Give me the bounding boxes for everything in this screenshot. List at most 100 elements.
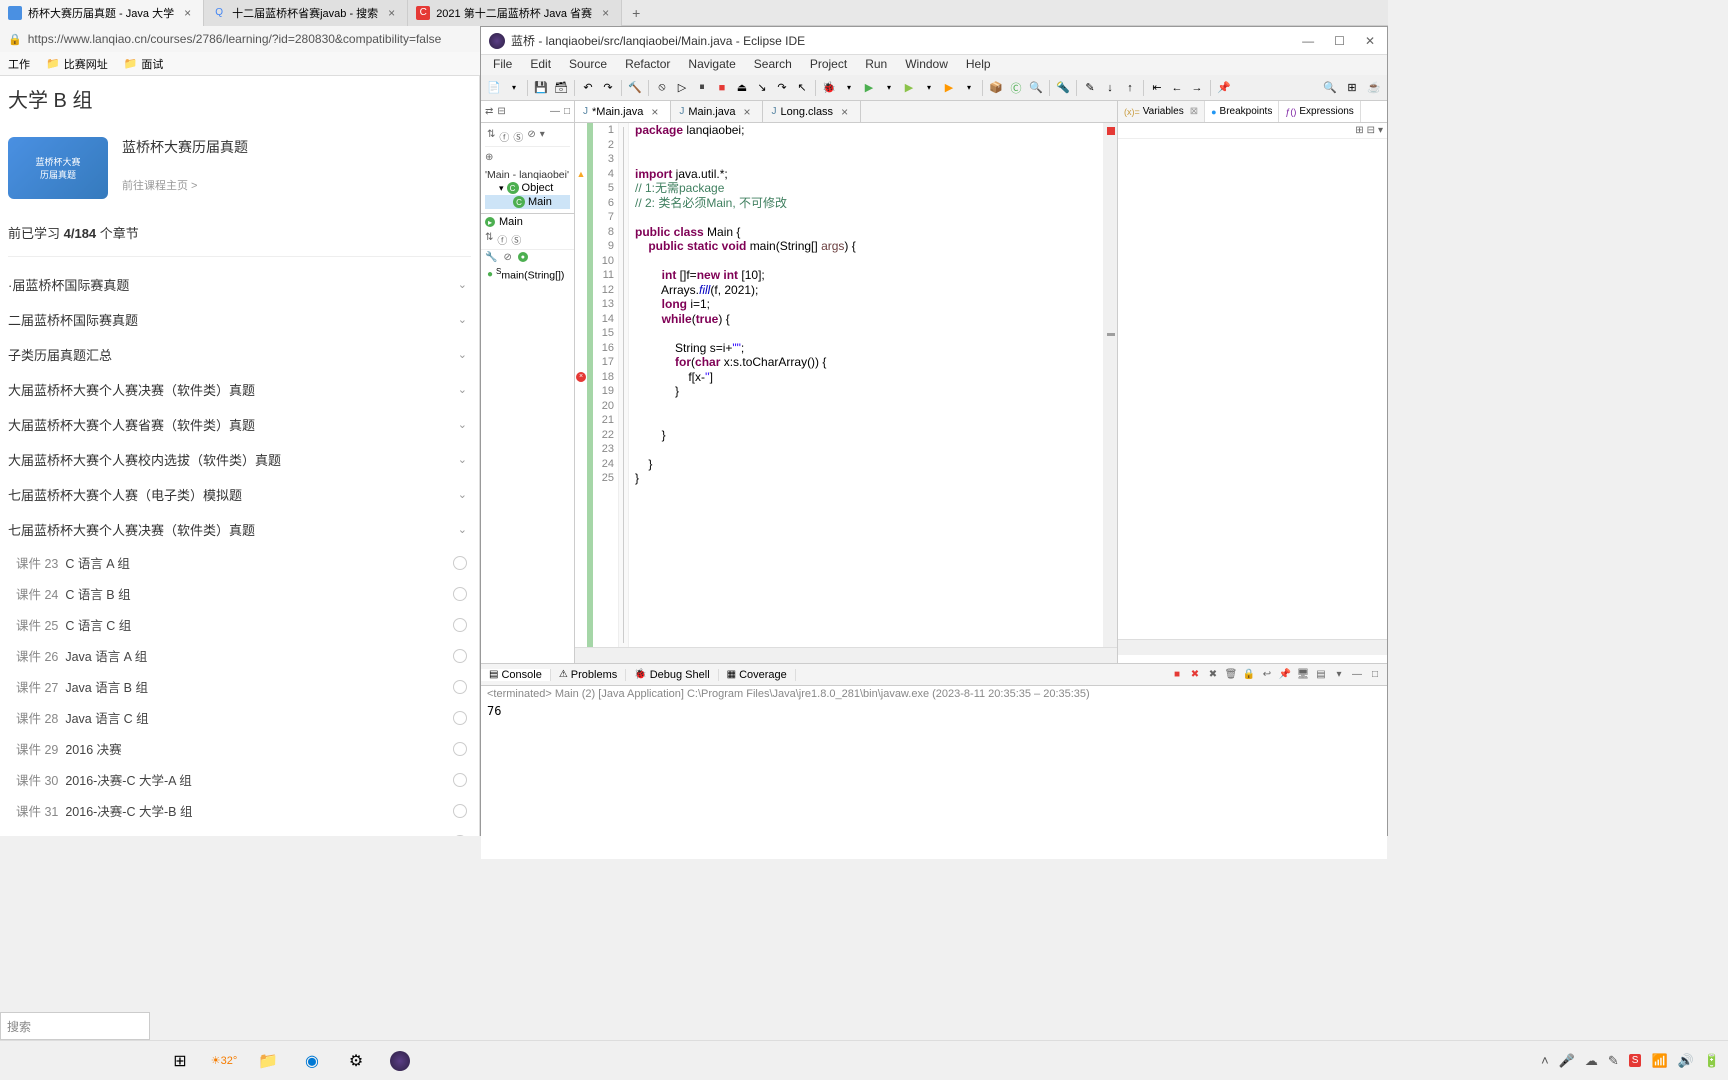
editor-tab[interactable]: JLong.class×	[763, 101, 861, 122]
tab-coverage[interactable]: ▦Coverage	[719, 669, 796, 681]
new-tab-button[interactable]: +	[622, 5, 650, 21]
lesson-row[interactable]: 课件 29 2016 决赛	[8, 733, 471, 764]
dropdown-icon[interactable]: ▾	[840, 79, 858, 97]
edge-button[interactable]: ◉	[290, 1045, 334, 1077]
menu-help[interactable]: Help	[958, 55, 999, 75]
view-options-button[interactable]: ▾	[1378, 125, 1383, 136]
search-input[interactable]: 搜索	[0, 1012, 150, 1040]
close-icon[interactable]: ×	[384, 6, 399, 20]
dropdown-icon[interactable]: ▾	[505, 79, 523, 97]
chapter-row[interactable]: 七届蓝桥杯大赛个人赛（电子类）模拟题⌄	[8, 477, 471, 512]
focus-button[interactable]: ⊕	[485, 152, 493, 163]
error-icon[interactable]: ×	[576, 372, 586, 382]
tab-debug-shell[interactable]: 🐞Debug Shell	[626, 669, 718, 681]
terminate-all-button[interactable]: ✖	[1187, 667, 1203, 683]
chapter-row[interactable]: 大届蓝桥杯大赛个人赛决赛（软件类）真题⌄	[8, 372, 471, 407]
overview-ruler[interactable]	[1103, 123, 1117, 647]
open-type-button[interactable]: 🔍	[1027, 79, 1045, 97]
lesson-row[interactable]: 课件 25 C 语言 C 组	[8, 609, 471, 640]
terminate-button[interactable]: ■	[713, 79, 731, 97]
wifi-icon[interactable]: 📶	[1651, 1053, 1667, 1069]
next-annotation-button[interactable]: ↓	[1101, 79, 1119, 97]
dropdown-icon[interactable]: ▾	[920, 79, 938, 97]
step-into-button[interactable]: ↘	[753, 79, 771, 97]
course-card[interactable]: 蓝桥杯大赛 历届真题 蓝桥杯大赛历届真题 前往课程主页 >	[8, 117, 471, 209]
run-button[interactable]: ▶	[860, 79, 878, 97]
editor-tab[interactable]: J*Main.java×	[575, 101, 671, 122]
code-editor[interactable]: ▲ × 1 2 3 4 5 6 7 8 9 10 11 12 13 14 15 …	[575, 123, 1117, 647]
onedrive-icon[interactable]: ☁	[1585, 1053, 1598, 1069]
word-wrap-button[interactable]: ↩	[1259, 667, 1275, 683]
volume-icon[interactable]: 🔊	[1678, 1053, 1694, 1069]
chapter-row[interactable]: 大届蓝桥杯大赛个人赛校内选拔（软件类）真题⌄	[8, 442, 471, 477]
weather-widget[interactable]: ☀32°	[202, 1045, 246, 1077]
menu-window[interactable]: Window	[897, 55, 956, 75]
menu-run[interactable]: Run	[857, 55, 895, 75]
dropdown-icon[interactable]: ▾	[880, 79, 898, 97]
step-over-button[interactable]: ↷	[773, 79, 791, 97]
dropdown-icon[interactable]: ▾	[960, 79, 978, 97]
coverage-button[interactable]: ▶	[900, 79, 918, 97]
hide-fields-button[interactable]: ⓕ	[499, 129, 509, 144]
close-icon[interactable]: ×	[837, 105, 852, 119]
suspend-button[interactable]: ⏸	[693, 79, 711, 97]
lesson-row[interactable]: 课件 32 2016-决赛-C 大学-C 组	[8, 826, 471, 836]
chapter-row[interactable]: 二届蓝桥杯国际赛真题⌄	[8, 302, 471, 337]
remove-terminated-button[interactable]: ✖	[1205, 667, 1221, 683]
tree-row-object[interactable]: ▾CObject	[485, 181, 570, 195]
tree-row-main[interactable]: CMain	[485, 195, 570, 209]
close-icon[interactable]: ×	[739, 105, 754, 119]
back-button[interactable]: ←	[1168, 79, 1186, 97]
chapter-row[interactable]: 七届蓝桥杯大赛个人赛决赛（软件类）真题⌄	[8, 512, 471, 547]
pin-button[interactable]: 📌	[1215, 79, 1233, 97]
tree-row-main-method[interactable]: ● Smain(String[])	[481, 265, 574, 284]
chapter-row[interactable]: 大届蓝桥杯大赛个人赛省赛（软件类）真题⌄	[8, 407, 471, 442]
menu-refactor[interactable]: Refactor	[617, 55, 678, 75]
bookmark-interview[interactable]: 📁面试	[124, 56, 164, 72]
close-icon[interactable]: ×	[180, 6, 195, 20]
maximize-view-button[interactable]: □	[1367, 667, 1383, 683]
lesson-row[interactable]: 课件 28 Java 语言 C 组	[8, 702, 471, 733]
lesson-row[interactable]: 课件 23 C 语言 A 组	[8, 547, 471, 578]
tab-problems[interactable]: ⚠Problems	[551, 669, 626, 681]
editor-tab[interactable]: JMain.java×	[671, 101, 763, 122]
terminate-button[interactable]: ■	[1169, 667, 1185, 683]
eclipse-taskbar-button[interactable]	[378, 1045, 422, 1077]
browser-tab-3[interactable]: C 2021 第十二届蓝桥杯 Java 省赛 ×	[408, 0, 622, 26]
console-output[interactable]: 76	[481, 702, 1387, 720]
last-edit-button[interactable]: ⇤	[1148, 79, 1166, 97]
forward-button[interactable]: →	[1188, 79, 1206, 97]
build-button[interactable]: 🔨	[626, 79, 644, 97]
browser-tab-2[interactable]: Q 十二届蓝桥杯省赛javab - 搜索 ×	[204, 0, 408, 26]
menu-button[interactable]: ▾	[540, 129, 545, 144]
menu-file[interactable]: File	[485, 55, 520, 75]
toggle-mark-button[interactable]: ✎	[1081, 79, 1099, 97]
file-explorer-button[interactable]: 📁	[246, 1045, 290, 1077]
prev-annotation-button[interactable]: ↑	[1121, 79, 1139, 97]
java-perspective-button[interactable]: ☕	[1365, 79, 1383, 97]
step-return-button[interactable]: ↖	[793, 79, 811, 97]
external-tools-button[interactable]: ▶	[940, 79, 958, 97]
menu-edit[interactable]: Edit	[522, 55, 559, 75]
open-console-button[interactable]: ▤	[1313, 667, 1329, 683]
variables-body[interactable]	[1118, 139, 1387, 639]
close-button[interactable]: ✕	[1361, 34, 1379, 48]
filter2-button[interactable]: ⊘	[503, 252, 511, 263]
new-class-button[interactable]: Ⓒ	[1007, 79, 1025, 97]
battery-icon[interactable]: 🔋	[1704, 1053, 1720, 1069]
resume-button[interactable]: ▷	[673, 79, 691, 97]
minimize-view-button[interactable]: —	[1349, 667, 1365, 683]
display-button[interactable]: 🖥	[1295, 667, 1311, 683]
chapter-row[interactable]: ·届蓝桥杯国际赛真题⌄	[8, 267, 471, 302]
scroll-lock-button[interactable]: 🔒	[1241, 667, 1257, 683]
undo-button[interactable]: ↶	[579, 79, 597, 97]
ime-icon[interactable]: S	[1629, 1054, 1642, 1067]
pen-icon[interactable]: ✎	[1608, 1053, 1619, 1069]
chapter-row[interactable]: 子类历届真题汇总⌄	[8, 337, 471, 372]
open-perspective-button[interactable]: ⊞	[1343, 79, 1361, 97]
menu-project[interactable]: Project	[802, 55, 855, 75]
view-menu-button[interactable]: ⊞	[1355, 125, 1363, 136]
clear-console-button[interactable]: 🗑	[1223, 667, 1239, 683]
debug-button[interactable]: 🐞	[820, 79, 838, 97]
save-button[interactable]: 💾	[532, 79, 550, 97]
